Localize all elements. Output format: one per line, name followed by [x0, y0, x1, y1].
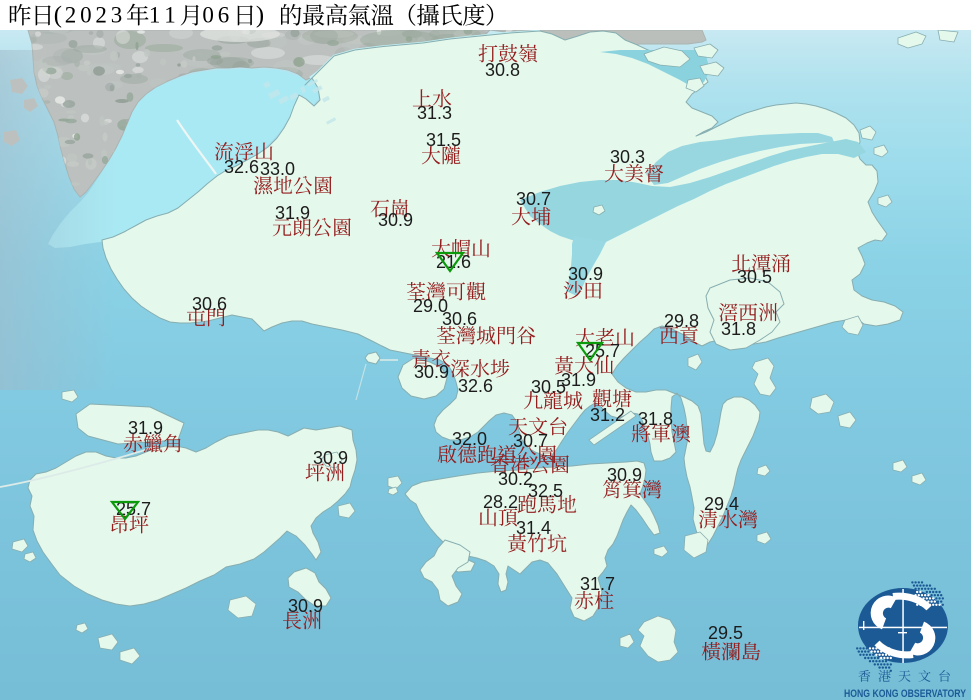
svg-text:0: 0 [80, 3, 92, 28]
svg-text:32.5: 32.5 [528, 481, 563, 501]
svg-text:30.5: 30.5 [737, 267, 772, 287]
svg-text:31.4: 31.4 [516, 518, 551, 538]
svg-text:28.2: 28.2 [483, 492, 518, 512]
svg-text:32.0: 32.0 [452, 429, 487, 449]
svg-text:31.7: 31.7 [580, 574, 615, 594]
svg-text:31.3: 31.3 [417, 103, 452, 123]
svg-text:31.9: 31.9 [128, 418, 163, 438]
svg-text:29.5: 29.5 [708, 623, 743, 643]
svg-text:2: 2 [95, 3, 107, 28]
svg-text:HONG KONG OBSERVATORY: HONG KONG OBSERVATORY [844, 688, 967, 700]
svg-text:6: 6 [218, 3, 230, 28]
svg-text:31.5: 31.5 [426, 130, 461, 150]
svg-text:32.6: 32.6 [458, 376, 493, 396]
svg-text:33.0: 33.0 [260, 159, 295, 179]
svg-text:29.4: 29.4 [704, 494, 739, 514]
svg-text:30.5: 30.5 [531, 377, 566, 397]
svg-text:21.6: 21.6 [436, 252, 471, 272]
svg-text:31.8: 31.8 [721, 319, 756, 339]
svg-text:30.9: 30.9 [313, 448, 348, 468]
svg-text:30.9: 30.9 [607, 465, 642, 485]
svg-text:30.8: 30.8 [485, 60, 520, 80]
svg-text:31.9: 31.9 [561, 370, 596, 390]
svg-text:1: 1 [149, 3, 161, 28]
svg-text:29.8: 29.8 [664, 311, 699, 331]
svg-text:30.6: 30.6 [442, 309, 477, 329]
svg-text:): ) [256, 2, 264, 29]
svg-text:0: 0 [202, 3, 214, 28]
svg-text:30.3: 30.3 [610, 147, 645, 167]
svg-text:30.6: 30.6 [192, 294, 227, 314]
svg-text:(: ( [54, 2, 62, 29]
svg-text:1: 1 [164, 3, 176, 28]
svg-text:31.9: 31.9 [275, 203, 310, 223]
svg-text:30.9: 30.9 [568, 264, 603, 284]
svg-text:30.9: 30.9 [414, 362, 449, 382]
svg-text:2: 2 [65, 3, 77, 28]
svg-text:30.7: 30.7 [516, 189, 551, 209]
svg-text:31.8: 31.8 [638, 409, 673, 429]
svg-text:31.2: 31.2 [590, 405, 625, 425]
svg-text:30.7: 30.7 [513, 431, 548, 451]
svg-text:30.9: 30.9 [378, 210, 413, 230]
svg-text:30.9: 30.9 [288, 596, 323, 616]
svg-text:32.6: 32.6 [224, 157, 259, 177]
svg-text:3: 3 [111, 3, 123, 28]
